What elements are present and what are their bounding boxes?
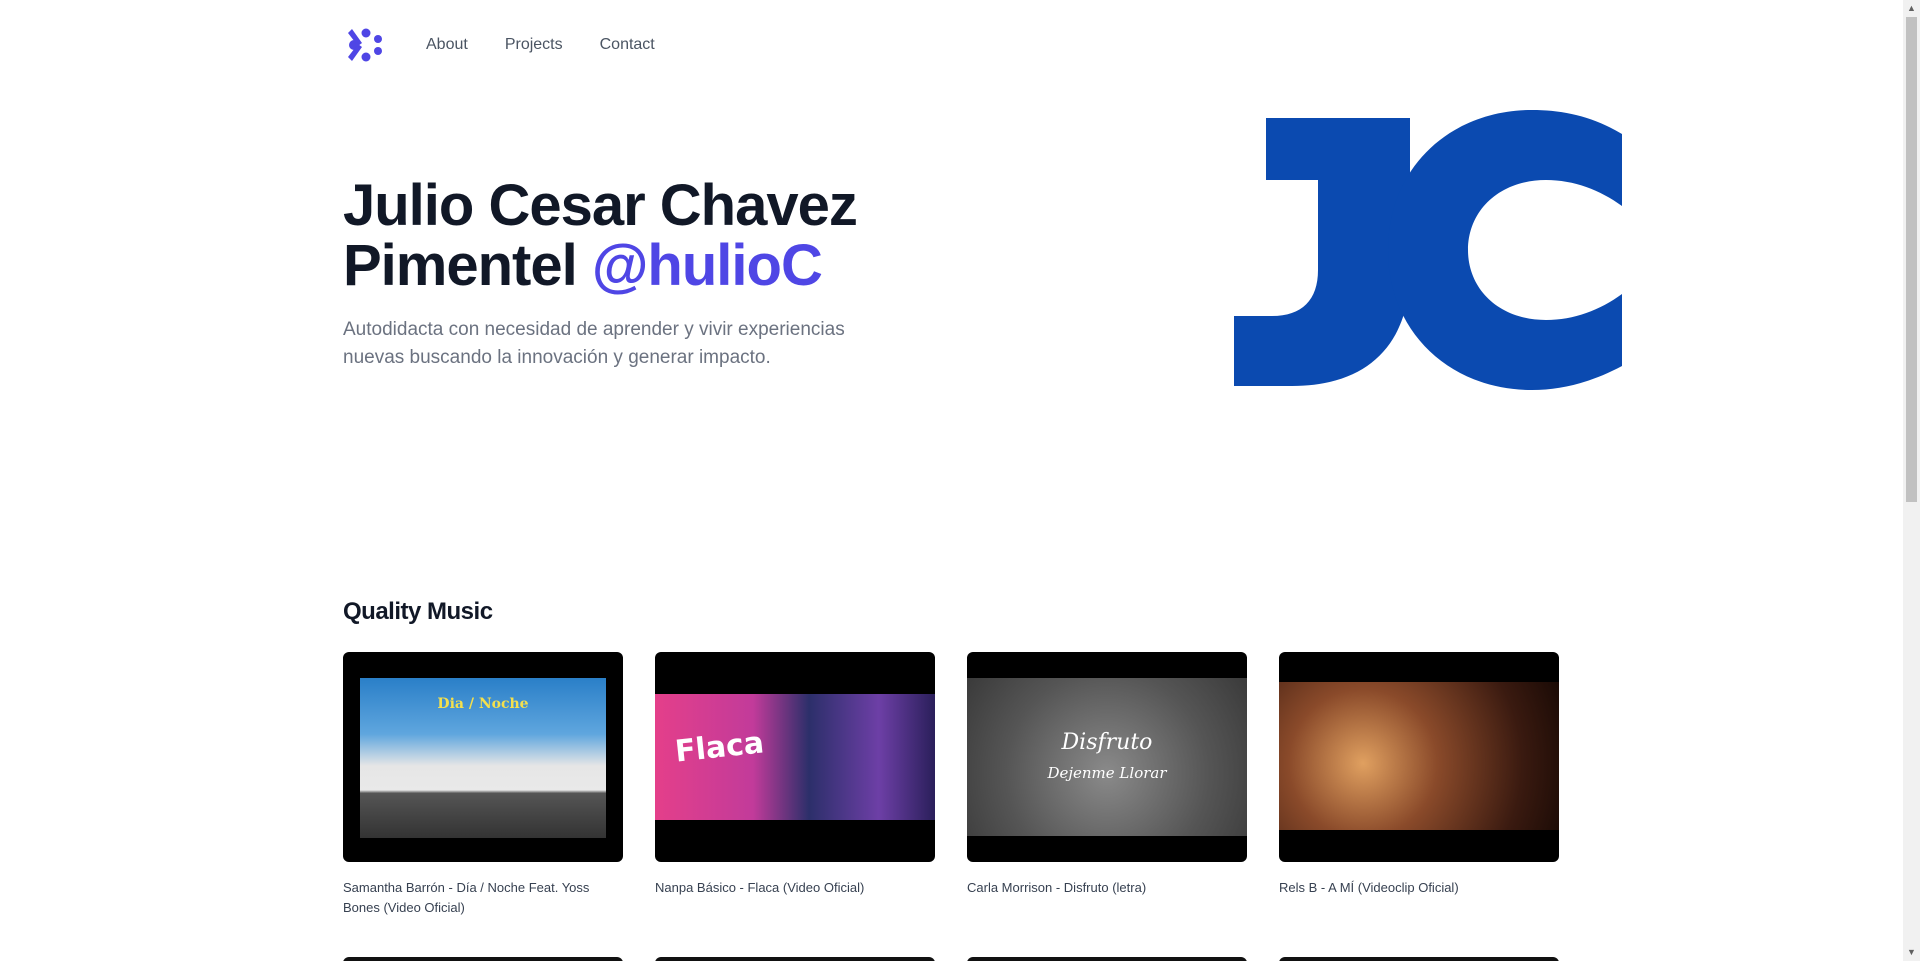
- jc-logo: JC: [1234, 110, 1622, 390]
- video-grid-row-2: [343, 957, 1559, 961]
- video-thumbnail[interactable]: [655, 957, 935, 961]
- scroll-up-arrow-icon[interactable]: ▲: [1903, 0, 1920, 17]
- thumbnail-title: Dia / Noche: [437, 696, 529, 712]
- hero-title: Julio Cesar Chavez Pimentel @hulioC: [343, 176, 943, 296]
- video-card[interactable]: Rels B - A MÍ (Videoclip Oficial): [1279, 652, 1559, 918]
- video-thumbnail[interactable]: [343, 957, 623, 961]
- video-caption[interactable]: Carla Morrison - Disfruto (letra): [967, 878, 1247, 898]
- page: About Projects Contact Julio Cesar Chave…: [0, 0, 1903, 961]
- top-nav: About Projects Contact: [344, 22, 692, 68]
- hero-handle: @hulioC: [591, 233, 823, 298]
- video-caption[interactable]: Rels B - A MÍ (Videoclip Oficial): [1279, 878, 1559, 898]
- video-caption[interactable]: Samantha Barrón - Día / Noche Feat. Yoss…: [343, 878, 623, 918]
- thumbnail-image: Flaca: [655, 694, 935, 820]
- thumbnail-image: [1279, 682, 1559, 830]
- nav-link-projects[interactable]: Projects: [505, 36, 563, 54]
- thumbnail-title: Disfruto: [1061, 730, 1153, 755]
- video-card[interactable]: Dia / Noche Samantha Barrón - Día / Noch…: [343, 652, 623, 918]
- video-thumbnail[interactable]: [1279, 652, 1559, 862]
- video-card[interactable]: Flaca Nanpa Básico - Flaca (Video Oficia…: [655, 652, 935, 918]
- vertical-scrollbar[interactable]: ▲ ▼: [1903, 0, 1920, 961]
- video-grid: Dia / Noche Samantha Barrón - Día / Noch…: [343, 652, 1559, 918]
- hero-title-line2: Pimentel: [343, 233, 578, 298]
- thumbnail-title: Flaca: [673, 725, 766, 770]
- video-thumbnail[interactable]: [1279, 957, 1559, 961]
- video-caption[interactable]: Nanpa Básico - Flaca (Video Oficial): [655, 878, 935, 898]
- nav-link-contact[interactable]: Contact: [600, 36, 655, 54]
- video-thumbnail[interactable]: Dia / Noche: [343, 652, 623, 862]
- hero-title-line1: Julio Cesar Chavez: [343, 173, 858, 238]
- thumbnail-image: Dia / Noche: [360, 678, 606, 838]
- section-title: Quality Music: [343, 598, 493, 625]
- video-thumbnail[interactable]: [967, 957, 1247, 961]
- thumbnail-image: Disfruto Dejenme Llorar: [967, 678, 1247, 836]
- scroll-down-arrow-icon[interactable]: ▼: [1903, 944, 1920, 961]
- asterisk-dots-logo-icon[interactable]: [344, 24, 386, 66]
- scrollbar-thumb[interactable]: [1906, 17, 1917, 502]
- thumbnail-subtitle: Dejenme Llorar: [1047, 764, 1167, 782]
- nav-link-about[interactable]: About: [426, 36, 468, 54]
- hero-subtitle: Autodidacta con necesidad de aprender y …: [343, 319, 845, 368]
- video-card[interactable]: Disfruto Dejenme Llorar Carla Morrison -…: [967, 652, 1247, 918]
- video-thumbnail[interactable]: Disfruto Dejenme Llorar: [967, 652, 1247, 862]
- video-thumbnail[interactable]: Flaca: [655, 652, 935, 862]
